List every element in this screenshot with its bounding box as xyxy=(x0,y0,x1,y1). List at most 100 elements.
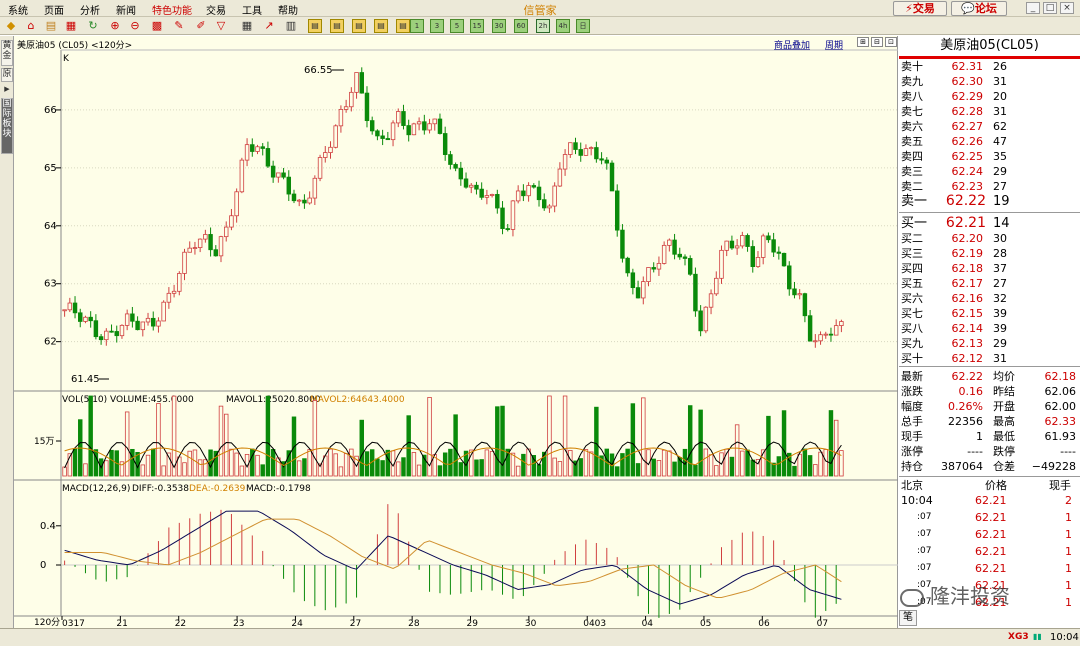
volume-bar xyxy=(672,461,677,477)
candle-body xyxy=(651,267,656,270)
bid-label: 买七 xyxy=(901,307,923,320)
menu-tools[interactable]: 工具 xyxy=(242,2,262,17)
volume-bar xyxy=(818,451,823,477)
zoom-out-icon[interactable]: ⊖ xyxy=(128,19,142,33)
period-day-button[interactable]: 日 xyxy=(576,19,590,33)
filter-icon[interactable]: ▽ xyxy=(214,19,228,33)
candle-body xyxy=(401,111,406,126)
candle-body xyxy=(239,159,245,193)
menu-news[interactable]: 新闻 xyxy=(116,2,136,17)
candle-body xyxy=(208,234,213,251)
volume-bar xyxy=(364,451,370,477)
menu-page[interactable]: 页面 xyxy=(44,2,64,17)
bid-row: 买八 62.14 39 xyxy=(899,321,1080,336)
candle-body xyxy=(573,142,578,150)
candle-body xyxy=(192,247,198,249)
menu-special-features[interactable]: 特色功能 xyxy=(152,2,192,17)
tick-price: 62.21 xyxy=(975,545,1007,558)
stat-label: 仓差 xyxy=(993,460,1015,473)
chart-icon[interactable]: ↗ xyxy=(262,19,276,33)
volume-bar xyxy=(265,395,271,477)
candle-body xyxy=(442,133,448,155)
candle-body xyxy=(515,190,521,202)
volume-bar xyxy=(338,466,344,477)
candle-body xyxy=(422,121,427,131)
candle-body xyxy=(448,154,453,165)
candle-body xyxy=(359,72,364,94)
toolbar-button-e[interactable]: ▤ xyxy=(396,19,410,33)
table-icon[interactable]: ▦ xyxy=(240,19,254,33)
maximize-button[interactable]: □ xyxy=(1043,2,1057,14)
toolbar-button-c[interactable]: ▤ xyxy=(352,19,366,33)
volume-bar xyxy=(813,464,818,477)
lightning-icon: ⚡ xyxy=(905,2,913,15)
candle-body xyxy=(349,91,354,108)
period-3-button[interactable]: 3 xyxy=(430,19,444,33)
period-30-button[interactable]: 30 xyxy=(492,19,506,33)
tab-crude[interactable]: 原 xyxy=(1,68,13,82)
period-5-button[interactable]: 5 xyxy=(450,19,464,33)
period-2h-button[interactable]: 2h xyxy=(536,19,550,33)
candle-body xyxy=(724,240,729,251)
line-tool-icon[interactable]: ✐ xyxy=(194,19,208,33)
folder-icon[interactable]: ▤ xyxy=(44,19,58,33)
toolbar-button-b[interactable]: ▤ xyxy=(330,19,344,33)
volume-bar xyxy=(651,458,656,477)
ask-volume: 20 xyxy=(993,90,1007,103)
menu-analysis[interactable]: 分析 xyxy=(80,2,100,17)
back-arrow-icon[interactable]: ◆ xyxy=(4,19,18,33)
menu-system[interactable]: 系统 xyxy=(8,2,28,17)
tab-gold[interactable]: 黄金 xyxy=(1,40,13,66)
volume-bar xyxy=(406,415,411,477)
ticks-mode-tab[interactable]: 笔 xyxy=(899,610,917,626)
menu-bar: 系统 页面 分析 新闻 特色功能 交易 工具 帮助 信管家 ⚡交易 💬论坛 _ … xyxy=(0,0,1080,17)
minimize-button[interactable]: _ xyxy=(1026,2,1040,14)
tab-international-board[interactable]: 国际板块 xyxy=(1,98,13,154)
period-1-button[interactable]: 1 xyxy=(410,19,424,33)
close-button[interactable]: × xyxy=(1060,2,1074,14)
mavol1-label: MAVOL1:25020.8000 xyxy=(226,395,321,405)
draw-pen-icon[interactable]: ✎ xyxy=(172,19,186,33)
candle-body xyxy=(276,172,281,178)
candle-body xyxy=(416,121,422,125)
period-60-button[interactable]: 60 xyxy=(514,19,528,33)
bid-stats-divider xyxy=(899,366,1080,367)
candle-body xyxy=(588,147,594,150)
volume-bar xyxy=(182,462,187,477)
volume-bar xyxy=(296,460,302,477)
zoom-in-icon[interactable]: ⊕ xyxy=(108,19,122,33)
menu-trade[interactable]: 交易 xyxy=(206,2,226,17)
forum-button[interactable]: 💬论坛 xyxy=(951,1,1007,16)
stat-value: 0.16 xyxy=(958,385,984,398)
bid-row: 买六 62.16 32 xyxy=(899,291,1080,306)
bid-label: 买九 xyxy=(901,337,923,350)
ask-label: 卖十 xyxy=(901,60,923,73)
bid-price: 62.12 xyxy=(951,352,984,365)
candle-body xyxy=(432,118,437,125)
volume-bar xyxy=(109,449,114,477)
menu-help[interactable]: 帮助 xyxy=(278,2,298,17)
quote-list-icon[interactable]: ▦ xyxy=(64,19,78,33)
tick-time: :07 xyxy=(917,512,932,522)
volume-bar xyxy=(620,453,625,477)
period-15-button[interactable]: 15 xyxy=(470,19,484,33)
indicator-icon[interactable]: ▩ xyxy=(150,19,164,33)
candle-body xyxy=(656,262,662,270)
volume-bar xyxy=(489,450,495,477)
toolbar-button-d[interactable]: ▤ xyxy=(374,19,388,33)
grid-icon[interactable]: ▥ xyxy=(284,19,298,33)
refresh-icon[interactable]: ↻ xyxy=(86,19,100,33)
candle-body xyxy=(625,257,630,274)
tab-arrow-icon[interactable]: ▶ xyxy=(1,84,13,94)
bid-price: 62.13 xyxy=(951,337,984,350)
home-icon[interactable]: ⌂ xyxy=(24,19,38,33)
volume-bar xyxy=(693,464,698,477)
period-4h-button[interactable]: 4h xyxy=(556,19,570,33)
volume-bar xyxy=(104,460,109,477)
toolbar-button-a[interactable]: ▤ xyxy=(308,19,322,33)
bid-volume: 39 xyxy=(993,322,1007,335)
chart-area[interactable]: 美原油05 (CL05) <120分> 商品叠加 周期 ⊞ ⊟ ⊡ K 62 63… xyxy=(14,36,898,628)
candle-body xyxy=(323,152,328,158)
trade-button[interactable]: ⚡交易 xyxy=(893,1,947,16)
stats-row: 最新 62.22 均价 62.18 xyxy=(899,369,1080,384)
